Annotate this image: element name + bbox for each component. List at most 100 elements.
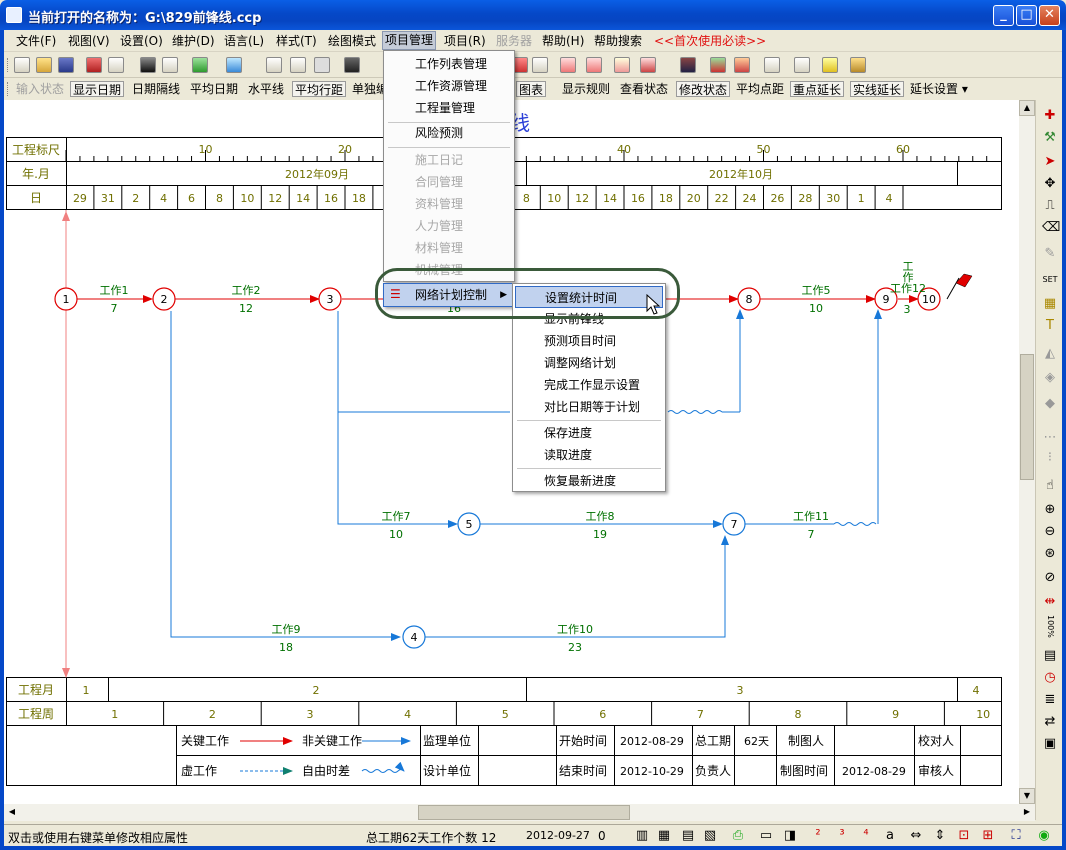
view-split-icon[interactable]: ▦ [656, 828, 672, 844]
people-icon[interactable] [710, 57, 726, 73]
btn-extend-settings[interactable]: 延长设置 ▾ [910, 81, 968, 97]
menu-item-restore-progress[interactable]: 恢复最新进度 [544, 470, 616, 492]
close-button[interactable]: ✕ [1039, 5, 1060, 26]
node-8[interactable]: 8 [737, 287, 761, 311]
page-icon[interactable]: ▭ [758, 828, 774, 844]
export-icon[interactable] [86, 57, 102, 73]
status-circle-icon[interactable]: ◉ [1036, 828, 1052, 844]
menu-item-machinery[interactable]: 机械管理 [415, 259, 463, 281]
node-3[interactable]: 3 [318, 287, 342, 311]
ruler-icon[interactable]: ⇹ [1042, 594, 1058, 610]
page2-icon[interactable]: ◨ [782, 828, 798, 844]
horizontal-scroll-thumb[interactable] [418, 805, 630, 820]
link-tool-icon[interactable]: ⚒ [1042, 130, 1058, 146]
menu-draw-mode[interactable]: 绘图模式 [328, 33, 376, 50]
list-icon[interactable]: ≣ [1042, 692, 1058, 708]
menu-item-compare-date[interactable]: 对比日期等于计划 [544, 396, 640, 418]
menu-item-manpower[interactable]: 人力管理 [415, 215, 463, 237]
text-level-icon[interactable]: a [882, 828, 898, 844]
set-icon[interactable]: SET [1042, 272, 1058, 288]
arrow-work10[interactable] [425, 535, 729, 638]
menu-view[interactable]: 视图(V) [68, 33, 110, 50]
menu-must-read[interactable]: <<首次使用必读>> [654, 33, 766, 50]
maximize-button[interactable]: □ [1016, 5, 1037, 26]
toolbar2-grip[interactable] [7, 82, 10, 96]
zoom-100-icon[interactable]: 100% [1042, 612, 1058, 640]
zoom-fit-icon[interactable]: ⊛ [1042, 546, 1058, 562]
btn-horizontal-line[interactable]: 水平线 [248, 81, 284, 97]
bulb-icon[interactable] [822, 57, 838, 73]
node-4[interactable]: 4 [402, 625, 426, 649]
frame-icon[interactable]: ⊡ [956, 828, 972, 844]
btn-average-row-spacing[interactable]: 平均行距 [292, 81, 347, 97]
menu-item-risk-forecast[interactable]: 风险预测 [415, 122, 463, 144]
dotted-icon[interactable]: ⋯ [1042, 430, 1058, 446]
menu-help-search[interactable]: 帮助搜索 [594, 33, 642, 50]
zoom-out-icon[interactable]: ⊖ [1042, 524, 1058, 540]
zoom-in-icon[interactable]: ⊕ [1042, 502, 1058, 518]
align2-icon[interactable]: ⇕ [932, 828, 948, 844]
network2-icon[interactable] [586, 57, 602, 73]
vertical-scrollbar[interactable]: ▲ ▼ [1019, 100, 1035, 804]
menu-item-quantity[interactable]: 工程量管理 [415, 97, 475, 119]
view-network-icon[interactable]: ▥ [634, 828, 650, 844]
view-doc-icon[interactable]: ▧ [702, 828, 718, 844]
edit-icon[interactable] [734, 57, 750, 73]
scroll-left-arrow[interactable]: ◀ [4, 804, 20, 821]
books-icon[interactable] [680, 57, 696, 73]
btn-show-date[interactable]: 显示日期 [70, 81, 125, 97]
plane-icon[interactable] [794, 57, 810, 73]
menu-project[interactable]: 项目(R) [444, 33, 486, 50]
menu-item-adjust-plan[interactable]: 调整网络计划 [544, 352, 616, 374]
chart-small-icon[interactable]: ▦ [1042, 296, 1058, 312]
btn-average-date[interactable]: 平均日期 [190, 81, 238, 97]
paste-icon[interactable] [314, 57, 330, 73]
panel-icon[interactable]: ▣ [1042, 736, 1058, 752]
refresh-icon[interactable] [192, 57, 208, 73]
btn-key-extend[interactable]: 重点延长 [790, 81, 845, 97]
layer-up-icon[interactable]: ◭ [1042, 346, 1058, 362]
menu-file[interactable]: 文件(F) [16, 33, 56, 50]
menu-item-materials[interactable]: 材料管理 [415, 237, 463, 259]
btn-modify-state[interactable]: 修改状态 [676, 81, 731, 97]
scroll-right-arrow[interactable]: ▶ [1019, 804, 1035, 821]
menu-item-contract[interactable]: 合同管理 [415, 171, 463, 193]
calendar-icon[interactable] [764, 57, 780, 73]
btn-solid-extend[interactable]: 实线延长 [850, 81, 905, 97]
scroll-up-arrow[interactable]: ▲ [1019, 100, 1035, 116]
level4-icon[interactable]: ⁴ [858, 828, 874, 844]
layer-icon[interactable]: ◈ [1042, 370, 1058, 386]
add-node-icon[interactable]: ✚ [1042, 108, 1058, 124]
indent-icon[interactable] [162, 57, 178, 73]
menu-item-save-progress[interactable]: 保存进度 [544, 422, 592, 444]
menu-item-work-resource[interactable]: 工作资源管理 [415, 75, 487, 97]
menu-item-work-list[interactable]: 工作列表管理 [415, 53, 487, 75]
chart-icon[interactable] [614, 57, 630, 73]
brush-icon[interactable]: ✎ [1042, 246, 1058, 262]
menu-style[interactable]: 样式(T) [276, 33, 317, 50]
swap-icon[interactable]: ⇄ [1042, 714, 1058, 730]
level2-icon[interactable]: ² [810, 828, 826, 844]
building-icon[interactable] [532, 57, 548, 73]
select-arrow-icon[interactable]: ➤ [1042, 154, 1058, 170]
new-file-icon[interactable] [14, 57, 30, 73]
btn-input-state[interactable]: 输入状态 [16, 81, 64, 97]
print-preview-icon[interactable] [108, 57, 124, 73]
text-box-icon[interactable]: T [1042, 318, 1058, 334]
btn-average-point-spacing[interactable]: 平均点距 [736, 81, 784, 97]
check-icon[interactable] [226, 57, 242, 73]
menu-maintain[interactable]: 维护(D) [172, 33, 215, 50]
print-icon[interactable]: ⎙ [730, 828, 746, 844]
layer-down-icon[interactable]: ◆ [1042, 396, 1058, 412]
menu-item-show-frontline[interactable]: 显示前锋线 [544, 308, 604, 330]
menu-project-management[interactable]: 项目管理 [382, 31, 437, 50]
horizontal-scrollbar[interactable]: ◀ ▶ [4, 804, 1035, 821]
calendar-grid-icon[interactable]: ▤ [1042, 648, 1058, 664]
menu-language[interactable]: 语言(L) [224, 33, 264, 50]
grid-dotted-icon[interactable]: ⁝ [1042, 450, 1058, 466]
node-7[interactable]: 7 [722, 512, 746, 536]
level3-icon[interactable]: ³ [834, 828, 850, 844]
btn-view-state[interactable]: 查看状态 [620, 81, 668, 97]
cut-icon[interactable] [266, 57, 282, 73]
btn-date-gridline[interactable]: 日期隔线 [132, 81, 180, 97]
